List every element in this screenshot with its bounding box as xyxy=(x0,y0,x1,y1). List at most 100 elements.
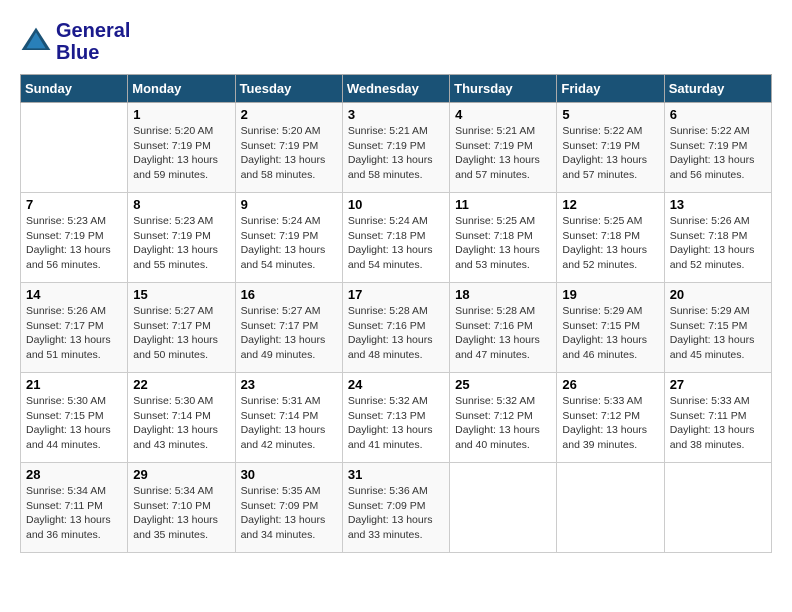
day-number: 27 xyxy=(670,377,766,392)
calendar-cell: 2 Sunrise: 5:20 AM Sunset: 7:19 PM Daylig… xyxy=(235,103,342,193)
calendar-cell: 28 Sunrise: 5:34 AM Sunset: 7:11 PM Dayli… xyxy=(21,463,128,553)
page-header: General Blue xyxy=(20,20,772,64)
day-info: Sunrise: 5:24 AM Sunset: 7:19 PM Dayligh… xyxy=(241,214,337,273)
calendar-cell: 24Sunrise: 5:32 AM Sunset: 7:13 PM Dayli… xyxy=(342,373,449,463)
day-info: Sunrise: 5:25 AM Sunset: 7:18 PM Dayligh… xyxy=(455,214,551,273)
column-header-tuesday: Tuesday xyxy=(235,75,342,103)
calendar-cell: 5 Sunrise: 5:22 AM Sunset: 7:19 PM Daylig… xyxy=(557,103,664,193)
week-row-2: 7 Sunrise: 5:23 AM Sunset: 7:19 PM Daylig… xyxy=(21,193,772,283)
calendar-cell: 25 Sunrise: 5:32 AM Sunset: 7:12 PM Dayli… xyxy=(450,373,557,463)
calendar-cell xyxy=(664,463,771,553)
calendar-cell xyxy=(21,103,128,193)
calendar-cell: 29 Sunrise: 5:34 AM Sunset: 7:10 PM Dayli… xyxy=(128,463,235,553)
calendar-cell: 12 Sunrise: 5:25 AM Sunset: 7:18 PM Dayli… xyxy=(557,193,664,283)
day-info: Sunrise: 5:30 AM Sunset: 7:14 PM Dayligh… xyxy=(133,394,229,453)
day-info: Sunrise: 5:20 AM Sunset: 7:19 PM Dayligh… xyxy=(133,124,229,183)
calendar-cell: 16 Sunrise: 5:27 AM Sunset: 7:17 PM Dayli… xyxy=(235,283,342,373)
column-header-monday: Monday xyxy=(128,75,235,103)
logo-text: General Blue xyxy=(56,20,130,64)
day-number: 21 xyxy=(26,377,122,392)
day-number: 11 xyxy=(455,197,551,212)
day-number: 24 xyxy=(348,377,444,392)
calendar-cell: 8 Sunrise: 5:23 AM Sunset: 7:19 PM Daylig… xyxy=(128,193,235,283)
day-info: Sunrise: 5:29 AM Sunset: 7:15 PM Dayligh… xyxy=(670,304,766,363)
day-number: 1 xyxy=(133,107,229,122)
day-number: 25 xyxy=(455,377,551,392)
day-number: 8 xyxy=(133,197,229,212)
calendar-cell: 27 Sunrise: 5:33 AM Sunset: 7:11 PM Dayli… xyxy=(664,373,771,463)
day-number: 18 xyxy=(455,287,551,302)
day-number: 26 xyxy=(562,377,658,392)
day-info: Sunrise: 5:22 AM Sunset: 7:19 PM Dayligh… xyxy=(562,124,658,183)
day-info: Sunrise: 5:23 AM Sunset: 7:19 PM Dayligh… xyxy=(133,214,229,273)
day-info: Sunrise: 5:29 AM Sunset: 7:15 PM Dayligh… xyxy=(562,304,658,363)
day-info: Sunrise: 5:22 AM Sunset: 7:19 PM Dayligh… xyxy=(670,124,766,183)
day-info: Sunrise: 5:26 AM Sunset: 7:17 PM Dayligh… xyxy=(26,304,122,363)
day-info: Sunrise: 5:28 AM Sunset: 7:16 PM Dayligh… xyxy=(455,304,551,363)
calendar-cell: 3 Sunrise: 5:21 AM Sunset: 7:19 PM Daylig… xyxy=(342,103,449,193)
column-header-friday: Friday xyxy=(557,75,664,103)
day-number: 29 xyxy=(133,467,229,482)
day-number: 15 xyxy=(133,287,229,302)
day-number: 5 xyxy=(562,107,658,122)
logo-icon xyxy=(20,26,52,58)
column-header-thursday: Thursday xyxy=(450,75,557,103)
day-number: 7 xyxy=(26,197,122,212)
day-info: Sunrise: 5:27 AM Sunset: 7:17 PM Dayligh… xyxy=(241,304,337,363)
day-number: 31 xyxy=(348,467,444,482)
day-number: 20 xyxy=(670,287,766,302)
day-number: 6 xyxy=(670,107,766,122)
calendar-cell: 20 Sunrise: 5:29 AM Sunset: 7:15 PM Dayli… xyxy=(664,283,771,373)
day-number: 23 xyxy=(241,377,337,392)
day-info: Sunrise: 5:21 AM Sunset: 7:19 PM Dayligh… xyxy=(348,124,444,183)
calendar-cell: 21Sunrise: 5:30 AM Sunset: 7:15 PM Dayli… xyxy=(21,373,128,463)
day-number: 13 xyxy=(670,197,766,212)
day-info: Sunrise: 5:33 AM Sunset: 7:11 PM Dayligh… xyxy=(670,394,766,453)
day-info: Sunrise: 5:21 AM Sunset: 7:19 PM Dayligh… xyxy=(455,124,551,183)
day-info: Sunrise: 5:25 AM Sunset: 7:18 PM Dayligh… xyxy=(562,214,658,273)
day-number: 19 xyxy=(562,287,658,302)
day-info: Sunrise: 5:36 AM Sunset: 7:09 PM Dayligh… xyxy=(348,484,444,543)
calendar-cell: 18 Sunrise: 5:28 AM Sunset: 7:16 PM Dayli… xyxy=(450,283,557,373)
week-row-3: 14Sunrise: 5:26 AM Sunset: 7:17 PM Dayli… xyxy=(21,283,772,373)
day-number: 3 xyxy=(348,107,444,122)
calendar-cell: 4 Sunrise: 5:21 AM Sunset: 7:19 PM Daylig… xyxy=(450,103,557,193)
calendar-cell: 31 Sunrise: 5:36 AM Sunset: 7:09 PM Dayli… xyxy=(342,463,449,553)
day-info: Sunrise: 5:28 AM Sunset: 7:16 PM Dayligh… xyxy=(348,304,444,363)
calendar-cell: 1 Sunrise: 5:20 AM Sunset: 7:19 PM Daylig… xyxy=(128,103,235,193)
day-number: 2 xyxy=(241,107,337,122)
day-info: Sunrise: 5:31 AM Sunset: 7:14 PM Dayligh… xyxy=(241,394,337,453)
day-number: 28 xyxy=(26,467,122,482)
calendar-table: SundayMondayTuesdayWednesdayThursdayFrid… xyxy=(20,74,772,553)
calendar-cell: 19 Sunrise: 5:29 AM Sunset: 7:15 PM Dayli… xyxy=(557,283,664,373)
calendar-header: SundayMondayTuesdayWednesdayThursdayFrid… xyxy=(21,75,772,103)
day-number: 12 xyxy=(562,197,658,212)
day-number: 9 xyxy=(241,197,337,212)
day-info: Sunrise: 5:34 AM Sunset: 7:10 PM Dayligh… xyxy=(133,484,229,543)
column-header-sunday: Sunday xyxy=(21,75,128,103)
calendar-cell: 7 Sunrise: 5:23 AM Sunset: 7:19 PM Daylig… xyxy=(21,193,128,283)
day-number: 16 xyxy=(241,287,337,302)
calendar-cell xyxy=(450,463,557,553)
day-info: Sunrise: 5:20 AM Sunset: 7:19 PM Dayligh… xyxy=(241,124,337,183)
day-info: Sunrise: 5:23 AM Sunset: 7:19 PM Dayligh… xyxy=(26,214,122,273)
calendar-cell: 9 Sunrise: 5:24 AM Sunset: 7:19 PM Daylig… xyxy=(235,193,342,283)
week-row-5: 28 Sunrise: 5:34 AM Sunset: 7:11 PM Dayli… xyxy=(21,463,772,553)
calendar-cell: 14Sunrise: 5:26 AM Sunset: 7:17 PM Dayli… xyxy=(21,283,128,373)
calendar-body: 1 Sunrise: 5:20 AM Sunset: 7:19 PM Daylig… xyxy=(21,103,772,553)
day-info: Sunrise: 5:24 AM Sunset: 7:18 PM Dayligh… xyxy=(348,214,444,273)
calendar-cell: 23 Sunrise: 5:31 AM Sunset: 7:14 PM Dayli… xyxy=(235,373,342,463)
day-number: 22 xyxy=(133,377,229,392)
day-info: Sunrise: 5:32 AM Sunset: 7:12 PM Dayligh… xyxy=(455,394,551,453)
week-row-1: 1 Sunrise: 5:20 AM Sunset: 7:19 PM Daylig… xyxy=(21,103,772,193)
week-row-4: 21Sunrise: 5:30 AM Sunset: 7:15 PM Dayli… xyxy=(21,373,772,463)
day-info: Sunrise: 5:27 AM Sunset: 7:17 PM Dayligh… xyxy=(133,304,229,363)
day-info: Sunrise: 5:26 AM Sunset: 7:18 PM Dayligh… xyxy=(670,214,766,273)
calendar-cell: 11 Sunrise: 5:25 AM Sunset: 7:18 PM Dayli… xyxy=(450,193,557,283)
day-number: 30 xyxy=(241,467,337,482)
calendar-cell: 10Sunrise: 5:24 AM Sunset: 7:18 PM Dayli… xyxy=(342,193,449,283)
day-number: 4 xyxy=(455,107,551,122)
day-info: Sunrise: 5:34 AM Sunset: 7:11 PM Dayligh… xyxy=(26,484,122,543)
calendar-cell xyxy=(557,463,664,553)
day-info: Sunrise: 5:35 AM Sunset: 7:09 PM Dayligh… xyxy=(241,484,337,543)
